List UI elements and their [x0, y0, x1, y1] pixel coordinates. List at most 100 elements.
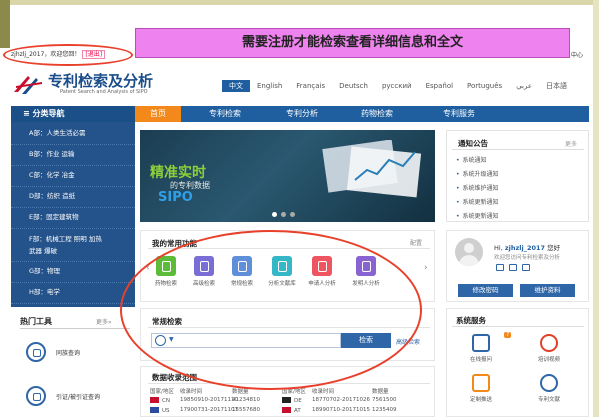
maintain-profile-button[interactable]: 维护资料 — [520, 284, 575, 297]
sidebar-item-f[interactable]: F部：机械工程 照明 加热 武器 爆破 — [11, 229, 135, 262]
sidebar-item-e[interactable]: E部：固定建筑物 — [11, 208, 135, 229]
notice-item[interactable]: 系统更新通知 — [456, 210, 499, 224]
hero-carousel[interactable]: 精准实时 的专利数据 SIPO — [140, 130, 435, 222]
functions-config-link[interactable]: 配置 — [410, 238, 422, 247]
lang-ar[interactable]: عربي — [509, 80, 539, 92]
search-input[interactable] — [151, 333, 341, 348]
service-label: 培训视频 — [537, 357, 560, 363]
lang-es[interactable]: Español — [419, 80, 460, 92]
nav-home[interactable]: 首页 — [135, 106, 181, 122]
table-cell: 15557680 — [232, 407, 260, 413]
nav-drug-search[interactable]: 药物检索 — [335, 106, 419, 122]
table-header: 国家/地区 — [150, 389, 174, 395]
country-code: CN — [162, 397, 170, 404]
lang-pt[interactable]: Português — [460, 80, 509, 92]
lang-zh[interactable]: 中文 — [222, 80, 250, 92]
lang-ru[interactable]: русский — [375, 80, 419, 92]
notice-item[interactable]: 系统通知 — [456, 154, 499, 168]
search-button[interactable]: 检索 — [341, 333, 391, 348]
sidebar-item-g[interactable]: G部：物理 — [11, 262, 135, 283]
chevron-down-icon[interactable]: ▼ — [169, 336, 174, 343]
tool-citation-search[interactable]: 引证/被引证查询 — [26, 386, 100, 406]
table-row: US 17900731-20171107 15557680 AT 18990710-20… — [150, 407, 412, 414]
mail-icon[interactable] — [509, 264, 517, 271]
message-icon[interactable] — [522, 264, 530, 271]
function-icon — [194, 256, 214, 276]
function-icon — [156, 256, 176, 276]
frame-accent-top — [10, 0, 599, 5]
table-cell: 41234810 — [232, 397, 260, 403]
function-item[interactable]: 分析文献库 — [264, 256, 300, 287]
lang-en[interactable]: English — [250, 80, 289, 92]
function-label: 常规检索 — [230, 281, 253, 287]
sidebar-item-h[interactable]: H部：电学 — [11, 283, 135, 304]
divider — [148, 327, 430, 328]
table-cell: 19850910-20171110 — [180, 397, 238, 403]
category-nav-title[interactable]: ≡ 分类导航 — [11, 106, 135, 122]
sidebar-item-b[interactable]: B部：作业 运输 — [11, 145, 135, 166]
function-item[interactable]: 申请人分析 — [304, 256, 340, 287]
site-subtitle: Patent Search and Analysis of SIPO — [60, 89, 148, 95]
nav-patent-analysis[interactable]: 专利分析 — [269, 106, 335, 122]
tool-family-search[interactable]: 同族查询 — [26, 342, 80, 362]
user-hello: Hi, zjhzlj_2017 您好 — [494, 242, 560, 252]
notice-item[interactable]: 系统维护通知 — [456, 182, 499, 196]
flag-icon — [150, 407, 159, 413]
username: zjhzlj_2017 — [504, 244, 546, 252]
hi-suffix: 您好 — [547, 244, 561, 252]
flag-icon — [282, 407, 291, 413]
sidebar-item-c[interactable]: C部：化学 冶金 — [11, 166, 135, 187]
function-icon — [356, 256, 376, 276]
divider — [20, 328, 130, 329]
tool-label: 同族查询 — [56, 349, 81, 357]
service-label: 定制推送 — [469, 397, 492, 403]
lang-fr[interactable]: Français — [289, 80, 332, 92]
notice-item[interactable]: 系统升级通知 — [456, 168, 499, 182]
hot-tools-more-link[interactable]: 更多» — [96, 317, 112, 326]
service-patent-docs[interactable]: 专利文献 — [524, 374, 574, 403]
user-welcome: 欢迎您访问专利检索及分析 — [494, 255, 561, 261]
tool-label: 引证/被引证查询 — [56, 393, 101, 401]
annotation-banner: 需要注册才能检索查看详细信息和全文 — [135, 28, 570, 58]
sidebar-item-d[interactable]: D部：纺织 造纸 — [11, 187, 135, 208]
advanced-search-link[interactable]: 高级检索 — [396, 337, 420, 346]
sipo-logo-icon — [14, 76, 42, 94]
table-header: 数据量 — [232, 389, 249, 395]
table-cell: 7561500 — [372, 397, 397, 403]
lang-de[interactable]: Deutsch — [332, 80, 375, 92]
table-header: 国家/地区 — [282, 389, 306, 395]
notice-item[interactable]: 系统更新通知 — [456, 196, 499, 210]
user-center-link[interactable]: 中心 — [571, 50, 583, 59]
country-code: DE — [294, 397, 302, 404]
service-online-inquiry[interactable]: 7 在线报问 — [456, 332, 512, 363]
carousel-dot[interactable] — [272, 212, 277, 217]
table-header: 收录时间 — [180, 389, 203, 395]
function-item[interactable]: 药物检索 — [148, 256, 184, 287]
divider — [148, 383, 430, 384]
function-icon — [312, 256, 332, 276]
notice-more-link[interactable]: 更多 — [565, 139, 577, 148]
chevron-right-icon[interactable]: › — [424, 263, 428, 273]
language-switcher: 中文 English Français Deutsch русский Espa… — [222, 80, 574, 92]
function-item[interactable]: 发明人分析 — [348, 256, 384, 287]
sidebar-item-a[interactable]: A部：人类生活必需 — [11, 124, 135, 145]
service-training-video[interactable]: 培训视频 — [524, 334, 574, 363]
carousel-dot[interactable] — [290, 212, 295, 217]
nav-patent-search[interactable]: 专利检索 — [181, 106, 269, 122]
table-cell: 18770702-20171026 — [312, 397, 370, 403]
avatar — [455, 238, 483, 266]
function-item[interactable]: 高级检索 — [186, 256, 222, 287]
flag-icon — [282, 397, 291, 403]
function-item[interactable]: 常规检索 — [224, 256, 260, 287]
lang-ja[interactable]: 日本語 — [539, 80, 574, 92]
nav-patent-service[interactable]: 专利服务 — [419, 106, 499, 122]
custom-push-icon — [472, 374, 490, 392]
table-cell: 1235409 — [372, 407, 397, 413]
change-password-button[interactable]: 修改密码 — [458, 284, 513, 297]
logout-link[interactable]: [退出] — [82, 50, 106, 59]
carousel-dot[interactable] — [281, 212, 286, 217]
globe-icon[interactable] — [155, 335, 166, 346]
notice-list: 系统通知 系统升级通知 系统维护通知 系统更新通知 系统更新通知 — [456, 154, 499, 224]
service-custom-push[interactable]: 定制推送 — [456, 374, 506, 403]
person-icon[interactable] — [496, 264, 504, 271]
